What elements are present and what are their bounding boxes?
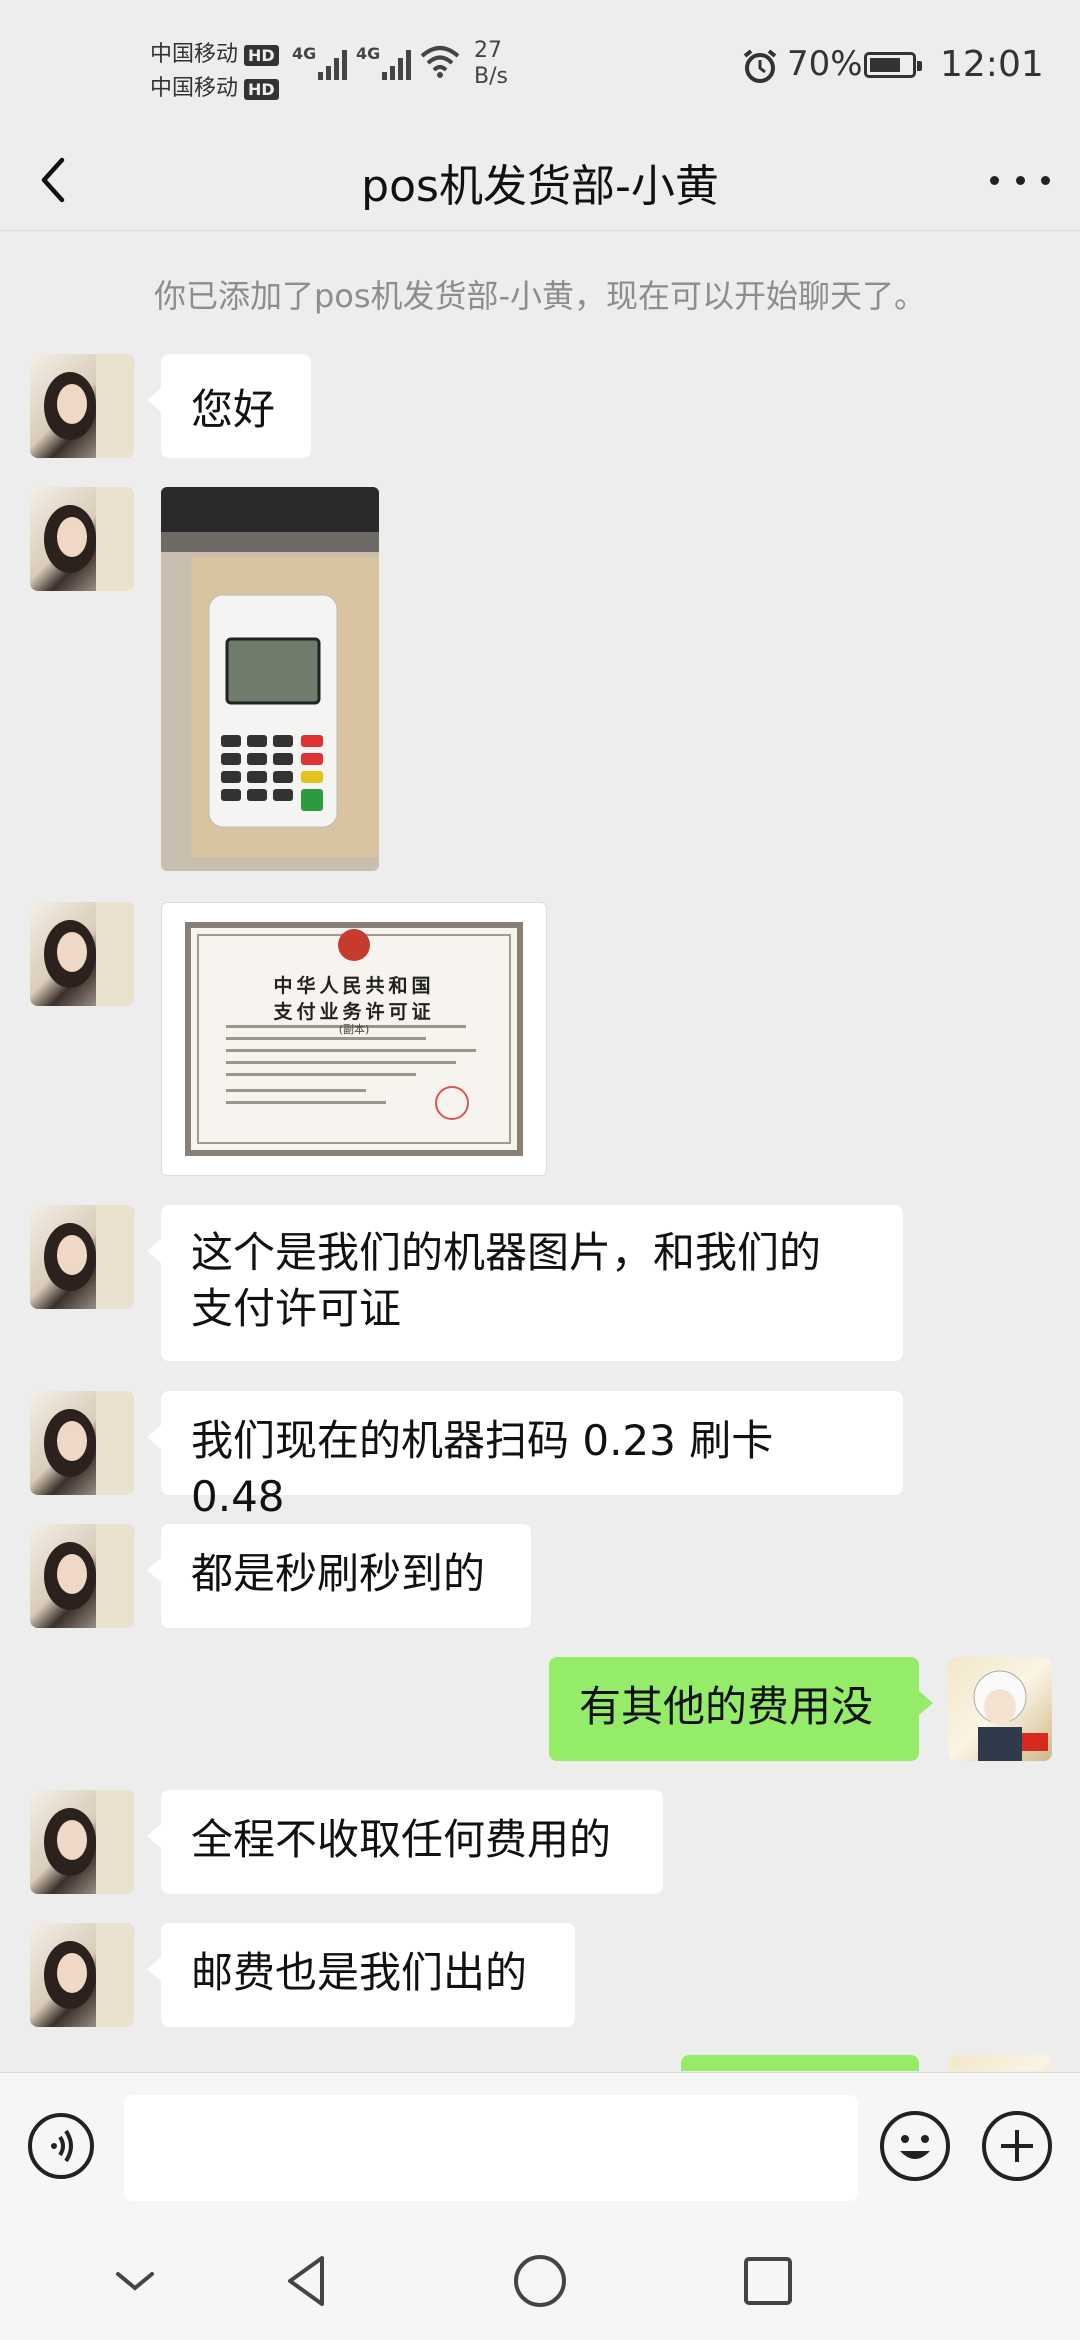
chat-area[interactable]: 你已添加了pos机发货部-小黄，现在可以开始聊天了。 您好 中华人民共和国 支付… <box>0 231 1080 2071</box>
nav-home-button[interactable] <box>505 2246 575 2316</box>
my-message-bubble[interactable]: 有其他的费用没 <box>549 1657 933 1761</box>
network-type-2: 4G <box>356 44 381 63</box>
message-input[interactable] <box>124 2095 858 2201</box>
wifi-icon <box>420 46 460 78</box>
recents-square-icon <box>744 2257 792 2305</box>
contact-avatar[interactable] <box>30 487 134 591</box>
system-message: 你已添加了pos机发货部-小黄，现在可以开始聊天了。 <box>153 277 927 315</box>
back-triangle-icon <box>288 2256 324 2306</box>
chevron-down-icon <box>116 2272 154 2291</box>
nav-recents-button[interactable] <box>733 2246 803 2316</box>
license-title-2: 支付业务许可证 <box>273 1001 435 1023</box>
contact-avatar[interactable] <box>30 1790 134 1894</box>
carrier-2: 中国移动 HD <box>150 70 279 102</box>
input-bar <box>0 2072 1080 2223</box>
message-bubble[interactable]: 我们现在的机器扫码 0.23 刷卡 0.48 <box>147 1391 903 1521</box>
message-bubble[interactable]: 这个是我们的机器图片，和我们的 支付许可证 <box>147 1205 903 1361</box>
home-circle-icon <box>514 2255 566 2307</box>
license-title-1: 中华人民共和国 <box>273 975 435 997</box>
contact-avatar[interactable] <box>30 354 134 458</box>
alarm-icon <box>743 49 777 83</box>
contact-avatar[interactable] <box>30 902 134 1006</box>
hide-keyboard-button[interactable] <box>100 2246 170 2316</box>
contact-avatar[interactable] <box>30 1923 134 2027</box>
license-frame <box>185 922 523 1156</box>
network-type-1: 4G <box>292 44 317 63</box>
more-dots-icon <box>990 175 999 185</box>
voice-button[interactable] <box>28 2113 94 2179</box>
battery-percent: 70% <box>787 44 863 84</box>
pos-terminal-photo <box>161 487 379 871</box>
voice-icon <box>51 2129 73 2163</box>
message-bubble[interactable]: 都是秒刷秒到的 <box>147 1524 531 1628</box>
system-nav-bar <box>0 2222 1080 2340</box>
contact-avatar[interactable] <box>30 1524 134 1628</box>
pos-terminal-image[interactable] <box>161 487 379 871</box>
emoji-icon <box>900 2135 930 2159</box>
my-avatar[interactable] <box>948 2055 1052 2071</box>
contact-avatar[interactable] <box>30 1205 134 1309</box>
chat-header: pos机发货部-小黄 <box>0 130 1080 231</box>
message-bubble[interactable]: 您好 <box>147 354 311 458</box>
carrier-1: 中国移动 HD <box>150 36 279 68</box>
net-speed: 27 B/s <box>474 38 508 89</box>
signal-icon-2 <box>382 44 411 80</box>
signal-icon <box>318 44 347 80</box>
emoji-button[interactable] <box>880 2111 950 2181</box>
my-message-bubble-partial[interactable] <box>681 2055 919 2071</box>
chat-title: pos机发货部-小黄 <box>361 161 719 212</box>
plus-button[interactable] <box>982 2111 1052 2181</box>
clock: 12:01 <box>940 44 1044 85</box>
contact-avatar[interactable] <box>30 1391 134 1495</box>
payment-license-image[interactable]: 中华人民共和国 支付业务许可证 (副本) <box>161 902 547 1176</box>
battery-icon <box>864 52 922 78</box>
nav-back-button[interactable] <box>274 2246 344 2316</box>
message-bubble[interactable]: 全程不收取任何费用的 <box>147 1790 663 1894</box>
my-avatar[interactable] <box>948 1657 1052 1761</box>
status-bar: 中国移动 HD 中国移动 HD 4G 4G 27 B/s 70% 12:01 <box>0 0 1080 130</box>
license-subtitle: (副本) <box>338 1023 370 1036</box>
more-options-button[interactable] <box>990 160 1050 200</box>
message-bubble[interactable]: 邮费也是我们出的 <box>147 1923 575 2027</box>
